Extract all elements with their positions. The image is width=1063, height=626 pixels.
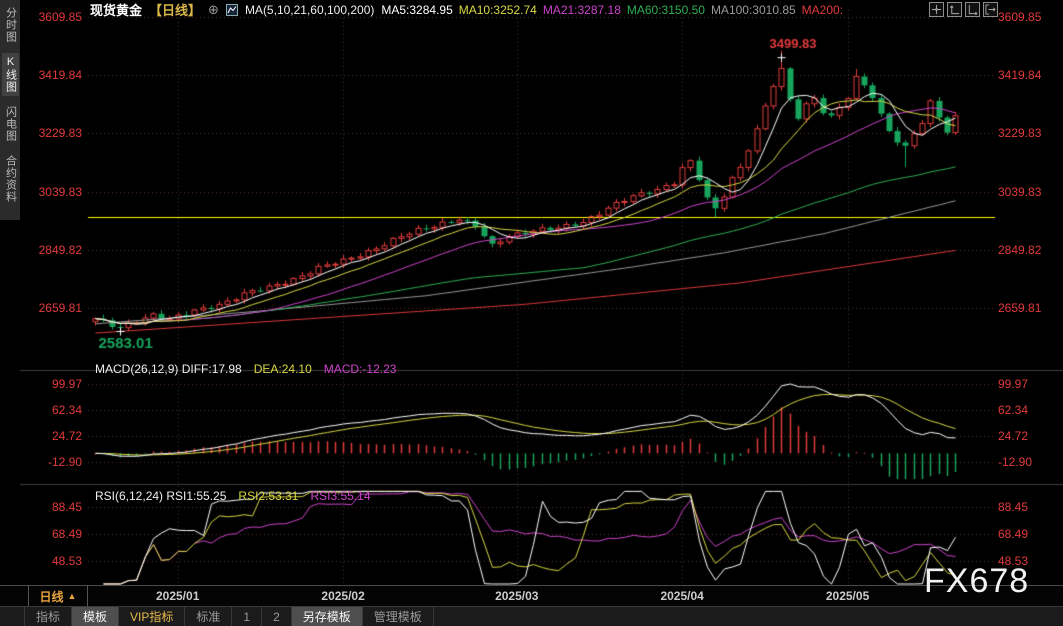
axis-label: 3039.83 bbox=[38, 184, 82, 199]
macd-value-label: MACD:-12.23 bbox=[323, 362, 397, 376]
bottom-toolbar: 指标 模板 VIP指标 标准 1 2 另存模板 管理模板 bbox=[0, 606, 1063, 626]
toolbar-item-标准[interactable]: 标准 bbox=[185, 607, 233, 626]
axis-label: 3609.85 bbox=[998, 10, 1042, 24]
sidebar-item-K线图[interactable]: K线图 bbox=[1, 53, 19, 96]
rsi2-label: RSI2:53.31 bbox=[238, 489, 299, 503]
rsi-header: RSI(6,12,24) RSI1:55.25 RSI2:53.31 RSI3:55… bbox=[95, 489, 383, 503]
axis-label: 24.72 bbox=[51, 429, 82, 444]
rsi3-label: RSI3:55.14 bbox=[310, 489, 371, 503]
macd-diff-label: MACD(26,12,9) DIFF:17.98 bbox=[95, 362, 242, 376]
axis-label: 62.34 bbox=[998, 403, 1029, 418]
axis-label: -12.90 bbox=[998, 455, 1033, 470]
period-up-arrow-icon: ▲ bbox=[67, 591, 77, 601]
toolbar-item-VIP指标[interactable]: VIP指标 bbox=[119, 607, 186, 626]
axis-label: 2659.81 bbox=[38, 301, 82, 315]
period-selector-label: 日线 bbox=[39, 589, 64, 604]
axis-label: 3039.83 bbox=[998, 184, 1042, 199]
axis-label: 99.97 bbox=[998, 377, 1029, 391]
chart-header: 现货黄金 【日线】 ⊕ MA(5,10,21,60,100,200) MA5:3… bbox=[90, 1, 849, 19]
axis-label: 48.53 bbox=[51, 553, 82, 568]
axis-label: 99.97 bbox=[51, 377, 82, 391]
chart-control-icons bbox=[929, 2, 998, 17]
toolbar-item-2[interactable]: 2 bbox=[262, 607, 292, 626]
axis-label: 88.45 bbox=[51, 500, 82, 514]
date-label: 2025/03 bbox=[495, 589, 539, 603]
date-label: 2025/01 bbox=[155, 589, 200, 603]
pan-right-icon[interactable] bbox=[983, 2, 998, 17]
ma-params-label: MA(5,10,21,60,100,200) bbox=[244, 2, 375, 17]
toolbar-item-指标[interactable]: 指标 bbox=[24, 607, 73, 626]
rsi1-label: RSI(6,12,24) RSI1:55.25 bbox=[95, 489, 227, 503]
left-sidebar: 分时图 K线图闪电图合约资料 bbox=[0, 0, 20, 220]
sidebar-item-合约资料[interactable]: 合约资料 bbox=[2, 152, 19, 206]
axis-label: -12.90 bbox=[47, 455, 82, 470]
chart-canvas[interactable] bbox=[0, 0, 1063, 626]
axis-label: 68.49 bbox=[998, 526, 1029, 541]
macd-header: MACD(26,12,9) DIFF:17.98 DEA:24.10 MACD:-1… bbox=[95, 362, 408, 376]
date-label: 2025/05 bbox=[825, 589, 870, 603]
crosshair-icon[interactable] bbox=[929, 2, 944, 17]
zoom-y-axis-icon[interactable] bbox=[947, 2, 962, 17]
toolbar-item-另存模板[interactable]: 另存模板 bbox=[291, 607, 363, 626]
toolbar-item-1[interactable]: 1 bbox=[232, 607, 263, 626]
ma-legend: MA5:3284.95 MA10:3252.74 MA21:3287.18 MA60:… bbox=[381, 3, 849, 17]
ma-legend-item: MA5:3284.95 bbox=[381, 2, 453, 17]
period-tag: 【日线】 bbox=[149, 3, 202, 18]
axis-label: 2849.82 bbox=[998, 242, 1042, 257]
date-label: 2025/04 bbox=[660, 589, 704, 603]
toolbar-item-模板[interactable]: 模板 bbox=[72, 607, 120, 626]
zoom-x-axis-icon[interactable] bbox=[965, 2, 980, 17]
watermark: FX678 bbox=[924, 562, 1030, 600]
axis-label: 62.34 bbox=[51, 403, 82, 418]
axis-label: 3609.85 bbox=[38, 10, 82, 24]
ma-legend-item: MA10:3252.74 bbox=[458, 2, 537, 17]
right-price-axis: 3609.85 3419.84 3229.83 3039.83 2849.82 2659.… bbox=[998, 0, 1062, 626]
sidebar-item-闪电图[interactable]: 闪电图 bbox=[2, 103, 19, 145]
axis-label: 3229.83 bbox=[998, 126, 1042, 141]
axis-label: 2659.81 bbox=[998, 301, 1042, 315]
axis-label: 3229.83 bbox=[38, 126, 82, 141]
mini-chart-icon[interactable] bbox=[225, 3, 238, 16]
ma-legend-item: MA21:3287.18 bbox=[542, 2, 621, 17]
period-selector[interactable]: 日线 ▲ bbox=[28, 586, 88, 606]
sidebar-item-分时图[interactable]: 分时图 bbox=[2, 4, 19, 46]
macd-dea-label: DEA:24.10 bbox=[253, 362, 312, 376]
toolbar-item-管理模板[interactable]: 管理模板 bbox=[363, 607, 434, 626]
axis-label: 68.49 bbox=[51, 526, 82, 541]
x-axis-row: 日线 ▲ 2025/01 2025/02 2025/03 2025/04 2025/05 bbox=[0, 585, 1063, 606]
axis-label: 3419.84 bbox=[998, 68, 1042, 83]
axis-label: 3419.84 bbox=[38, 68, 82, 83]
ma-legend-item: MA100:3010.85 bbox=[710, 2, 796, 17]
ma-legend-item: MA200: bbox=[801, 2, 844, 17]
axis-label: 24.72 bbox=[998, 429, 1029, 444]
axis-label: 88.45 bbox=[998, 500, 1029, 514]
axis-label: 2849.82 bbox=[38, 242, 82, 257]
add-indicator-icon[interactable]: ⊕ bbox=[208, 2, 219, 18]
symbol-title: 现货黄金 bbox=[90, 3, 143, 18]
date-label: 2025/02 bbox=[321, 589, 365, 603]
ma-legend-item: MA60:3150.50 bbox=[626, 2, 705, 17]
